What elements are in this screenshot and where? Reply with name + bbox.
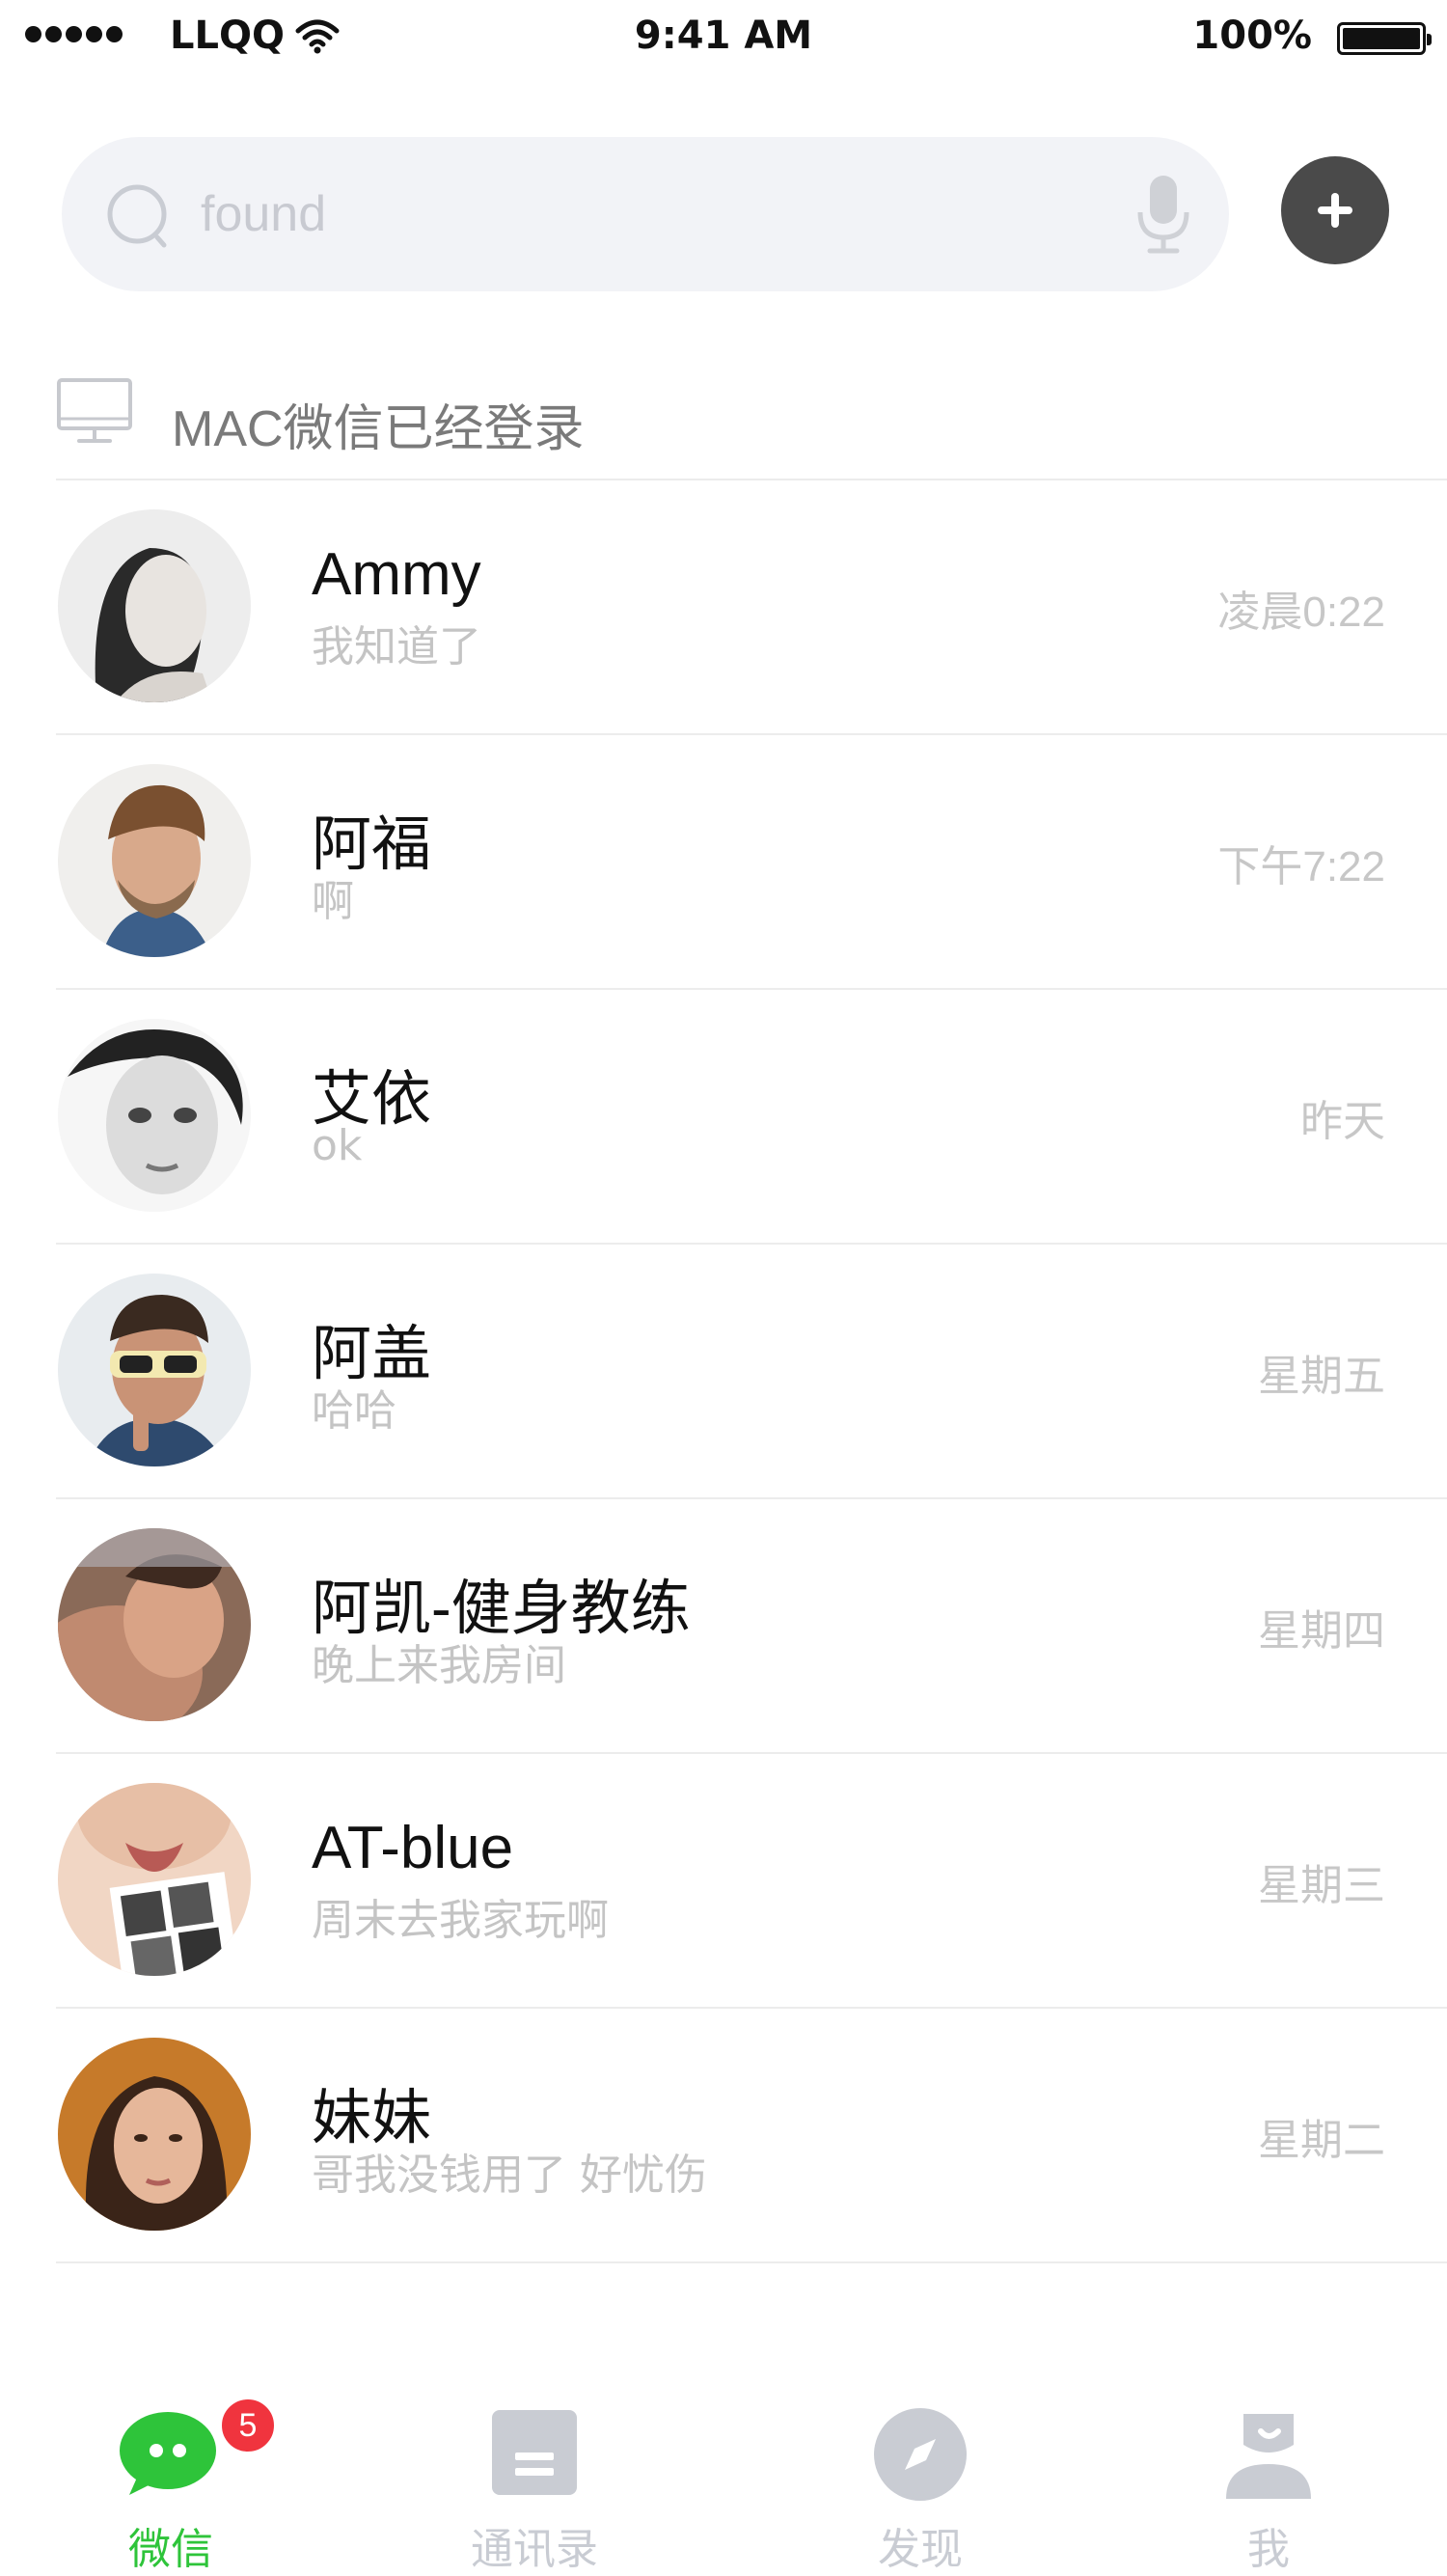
chat-preview: 哈哈 xyxy=(312,1386,396,1436)
battery-percentage: 100% xyxy=(1192,14,1312,58)
chat-item-afu[interactable]: 阿福 啊 下午7:22 xyxy=(56,735,1447,990)
unread-badge: 5 xyxy=(219,2397,277,2454)
chat-time: 下午7:22 xyxy=(1217,843,1385,891)
tab-label: 通讯录 xyxy=(471,2525,598,2574)
chat-preview: ok xyxy=(312,1121,363,1170)
chat-preview: 啊 xyxy=(312,877,354,926)
tab-discover[interactable]: 发现 xyxy=(776,2379,1065,2574)
tab-contacts[interactable]: 通讯录 xyxy=(390,2379,679,2574)
monitor-icon xyxy=(57,378,132,443)
chat-preview: 哥我没钱用了 好忧伤 xyxy=(312,2151,707,2200)
add-button[interactable] xyxy=(1281,156,1389,264)
tab-label: 我 xyxy=(1247,2525,1290,2574)
battery-icon xyxy=(1337,22,1432,55)
tab-me[interactable]: 我 xyxy=(1124,2379,1413,2574)
chat-item-akai[interactable]: 阿凯-健身教练 晚上来我房间 星期四 xyxy=(56,1499,1447,1754)
tab-wechat[interactable]: 5 微信 xyxy=(26,2379,315,2574)
chat-time: 昨天 xyxy=(1300,1098,1385,1145)
search-bar[interactable] xyxy=(62,137,1229,291)
chat-item-aiyi[interactable]: 艾依 ok 昨天 xyxy=(56,990,1447,1245)
avatar xyxy=(58,764,251,957)
chat-time: 星期二 xyxy=(1258,2117,1385,2164)
mac-login-banner[interactable]: MAC微信已经登录 xyxy=(56,359,1447,480)
compass-icon xyxy=(874,2408,967,2501)
avatar xyxy=(58,509,251,702)
microphone-icon[interactable] xyxy=(1134,174,1192,257)
chat-time: 凌晨0:22 xyxy=(1217,589,1385,636)
tab-label: 微信 xyxy=(128,2525,213,2574)
banner-text: MAC微信已经登录 xyxy=(172,401,585,457)
chat-time: 星期五 xyxy=(1258,1353,1385,1400)
chat-name: AT-blue xyxy=(312,1815,514,1881)
chat-item-meimei[interactable]: 妹妹 哥我没钱用了 好忧伤 星期二 xyxy=(56,2009,1447,2263)
search-icon xyxy=(107,184,167,248)
avatar xyxy=(58,2038,251,2231)
chat-name: Ammy xyxy=(312,541,481,608)
avatar xyxy=(58,1528,251,1721)
avatar xyxy=(58,1783,251,1976)
battery-fill xyxy=(1343,28,1420,49)
chat-preview: 周末去我家玩啊 xyxy=(312,1896,609,1945)
chat-preview: 我知道了 xyxy=(312,622,481,671)
search-input[interactable] xyxy=(201,176,1069,253)
tab-label: 发现 xyxy=(878,2525,963,2574)
chat-bubble-icon xyxy=(120,2412,216,2495)
chat-list: Ammy 我知道了 凌晨0:22 阿福 啊 下午7:22 艾依 ok 昨天 阿盖… xyxy=(0,480,1447,2263)
chat-item-at-blue[interactable]: AT-blue 周末去我家玩啊 星期三 xyxy=(56,1754,1447,2009)
avatar xyxy=(58,1019,251,1212)
chat-item-ammy[interactable]: Ammy 我知道了 凌晨0:22 xyxy=(56,480,1447,735)
person-icon xyxy=(1226,2414,1311,2499)
avatar xyxy=(58,1274,251,1466)
chat-time: 星期四 xyxy=(1258,1607,1385,1655)
chat-preview: 晚上来我房间 xyxy=(312,1641,566,1690)
status-bar: LLQQ 9:41 AM 100% xyxy=(0,0,1447,81)
tab-bar: 5 微信 通讯录 发现 我 xyxy=(0,2379,1447,2574)
chat-item-agai[interactable]: 阿盖 哈哈 星期五 xyxy=(56,1245,1447,1499)
contacts-icon xyxy=(492,2410,577,2495)
chat-time: 星期三 xyxy=(1258,1862,1385,1909)
